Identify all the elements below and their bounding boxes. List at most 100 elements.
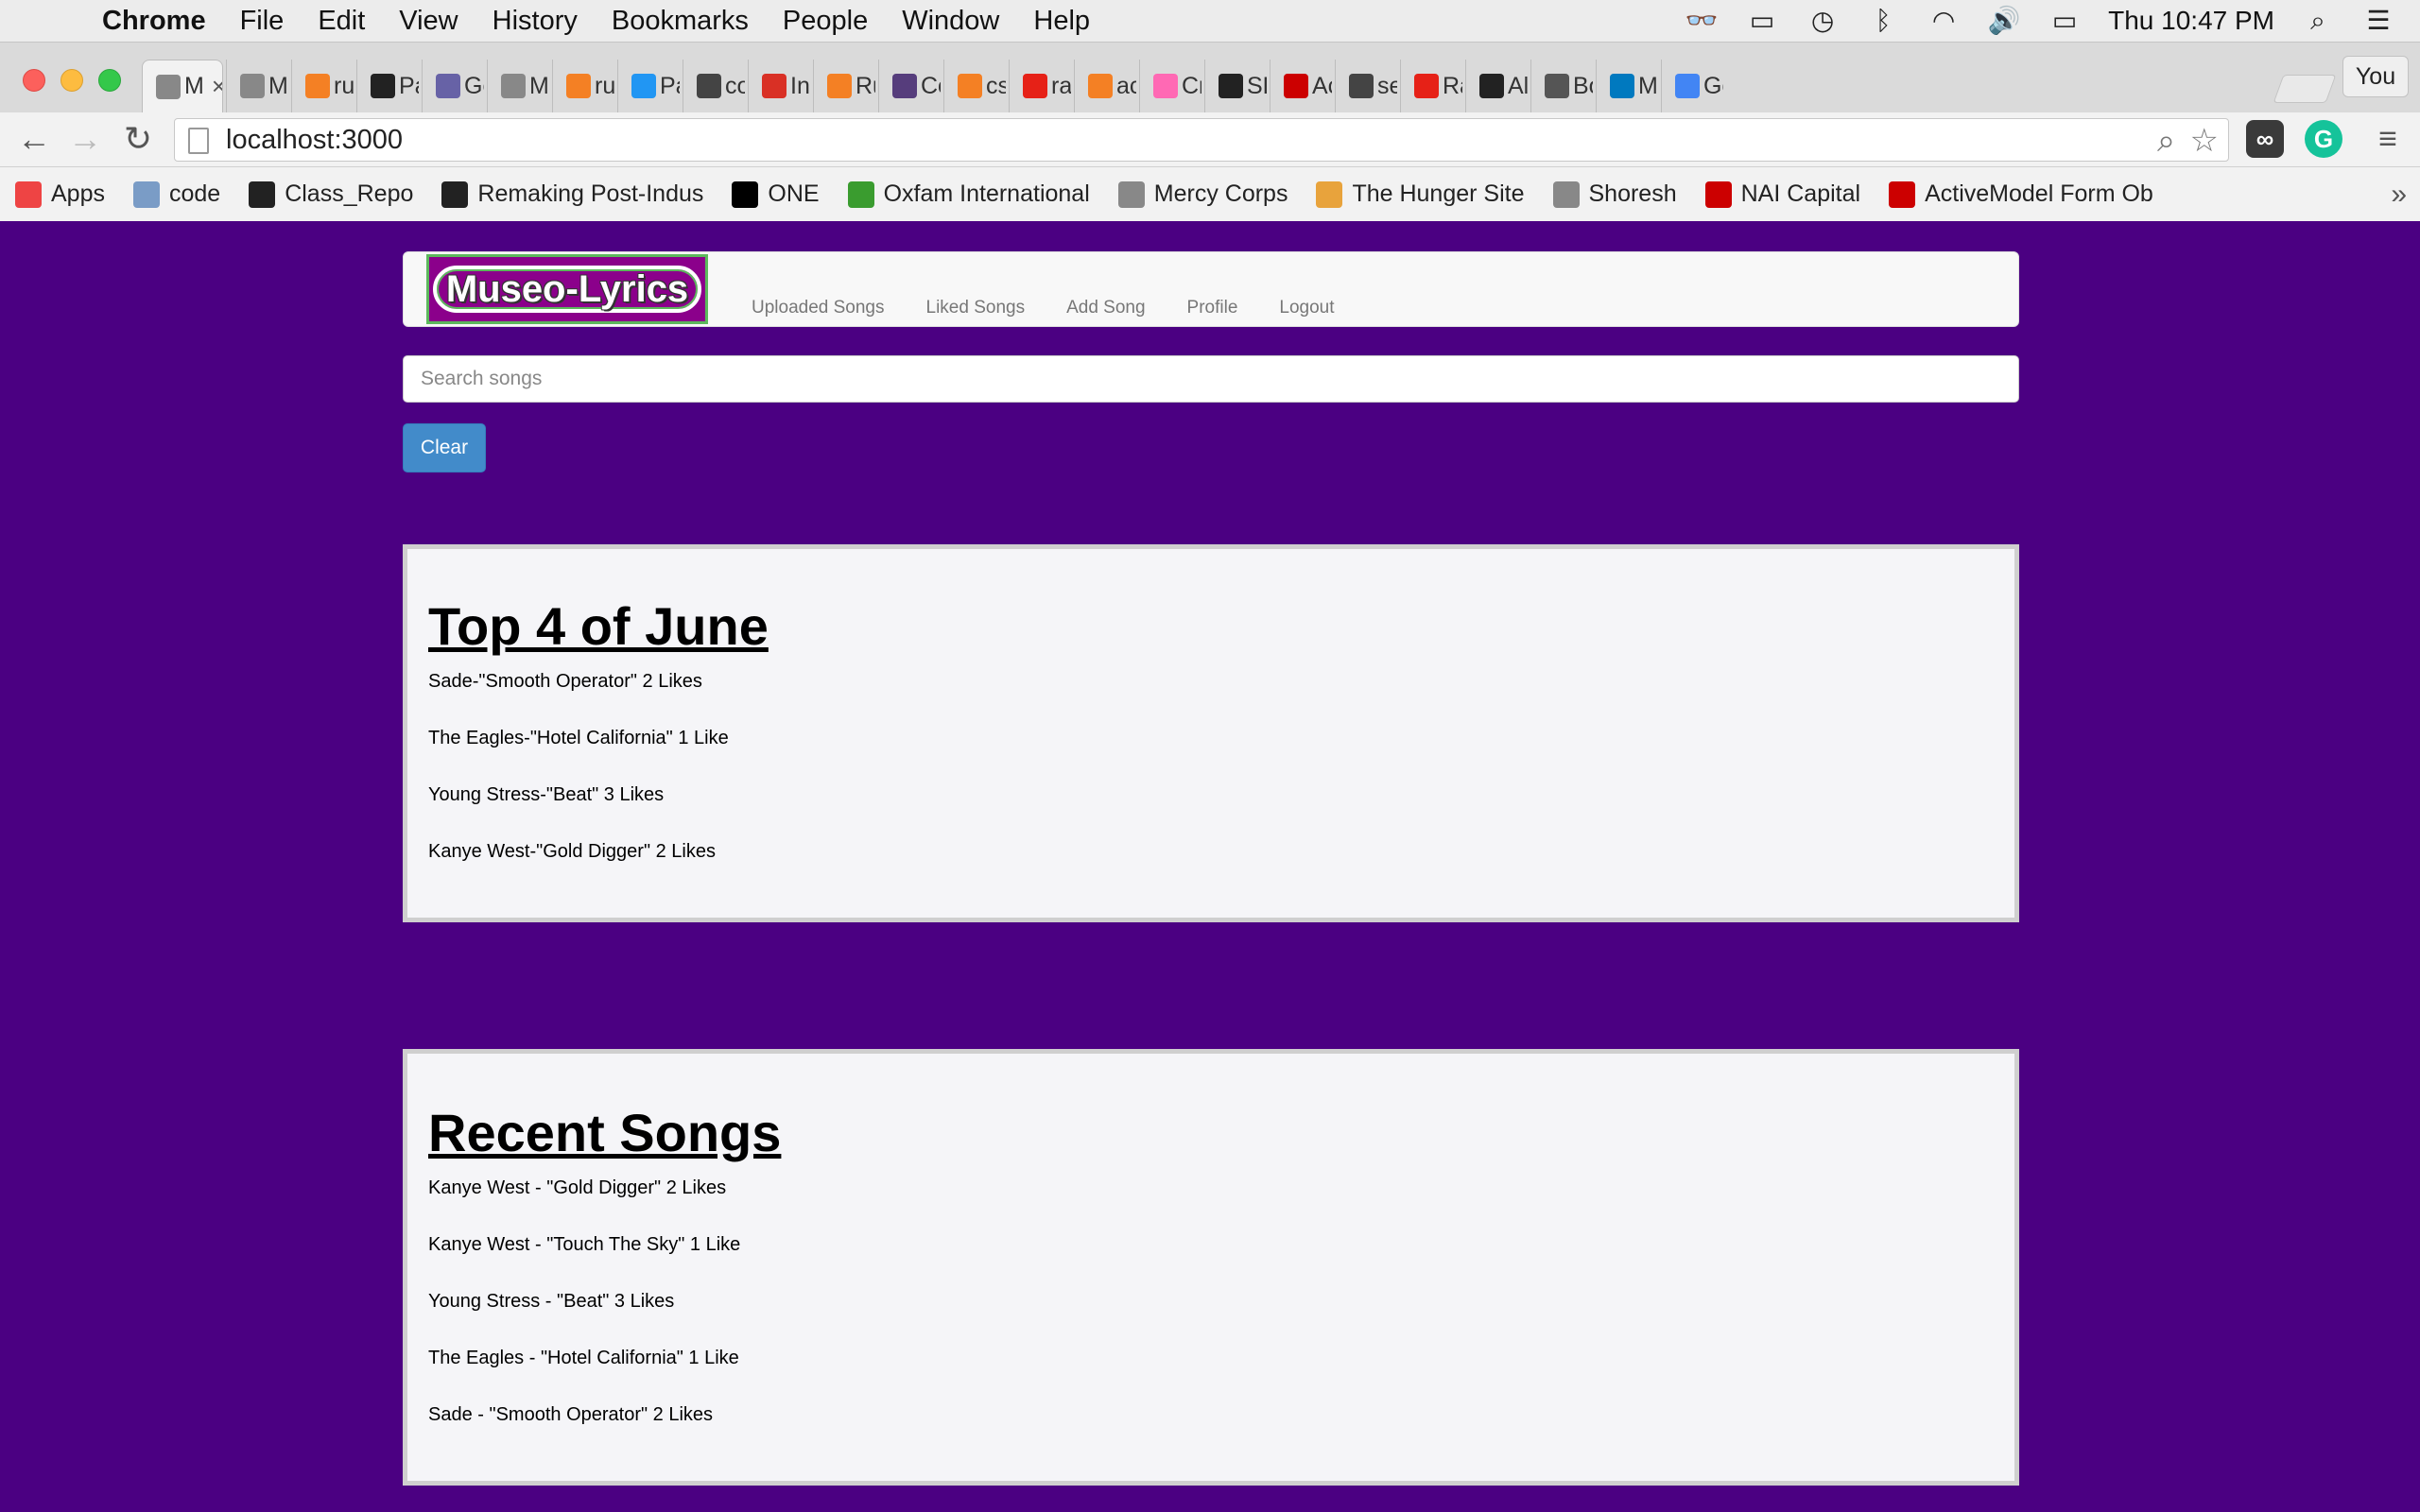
more-bookmarks-icon[interactable]: » [2391, 179, 2407, 211]
browser-tab[interactable]: Ac [1270, 60, 1332, 112]
bookmark-item[interactable]: Mercy Corps [1117, 180, 1288, 208]
top-songs-panel: Top 4 of June Sade-"Smooth Operator" 2 L… [403, 544, 2019, 922]
reading-glasses-icon[interactable]: 👓 [1685, 7, 1719, 35]
bootstrap-icon [892, 74, 917, 98]
tab-label: Ge [464, 72, 484, 99]
bookmarks-bar: Apps code Class_Repo Remaking Post-Indus ONE… [0, 167, 2420, 222]
wifi-icon[interactable]: ◠ [1927, 7, 1961, 35]
airplay-icon[interactable]: ▭ [1745, 7, 1779, 35]
bookmark-item[interactable]: Oxfam International [847, 180, 1090, 208]
menu-window[interactable]: Window [885, 6, 1016, 37]
page-icon [188, 128, 209, 154]
back-arrow-icon[interactable]: ← [15, 118, 53, 160]
browser-tab[interactable]: Bo [1530, 60, 1593, 112]
clear-button[interactable]: Clear [403, 423, 486, 472]
bookmark-item[interactable]: ONE [732, 180, 820, 208]
browser-tab[interactable]: M× [142, 60, 223, 112]
brand-text: Museo-Lyrics [445, 267, 689, 310]
browser-tab[interactable]: Pa [617, 60, 680, 112]
search-icon[interactable]: ⌕ [2157, 123, 2175, 159]
tab-label: Mu [268, 72, 288, 99]
nav-uploaded-songs[interactable]: Uploaded Songs [752, 298, 885, 318]
spotlight-search-icon[interactable]: ⌕ [2301, 7, 2335, 35]
bookmark-label: Mercy Corps [1153, 180, 1288, 207]
browser-tab[interactable]: Inl [748, 60, 810, 112]
battery-icon[interactable]: ▭ [2048, 7, 2082, 35]
menu-people[interactable]: People [766, 6, 885, 37]
bookmark-item[interactable]: The Hunger Site [1316, 180, 1525, 208]
close-tab-icon[interactable]: × [212, 72, 222, 101]
browser-tab[interactable]: ra [1009, 60, 1071, 112]
youtube-icon [1023, 74, 1047, 98]
bookmark-item[interactable]: code [132, 180, 220, 208]
browser-tab[interactable]: Mu [487, 60, 549, 112]
browser-tab[interactable]: Ge [422, 60, 484, 112]
notification-center-icon[interactable]: ☰ [2361, 7, 2395, 35]
chrome-menu-icon[interactable]: ≡ [2369, 120, 2407, 158]
url-text[interactable]: localhost:3000 [226, 119, 403, 161]
nav-add-song[interactable]: Add Song [1066, 298, 1145, 318]
fullscreen-window-button[interactable] [98, 69, 121, 92]
nav-logout[interactable]: Logout [1279, 298, 1334, 318]
browser-tab[interactable]: Go [1661, 60, 1723, 112]
menu-help[interactable]: Help [1016, 6, 1107, 37]
brand-pill: Museo-Lyrics [432, 266, 702, 313]
browser-tab[interactable]: Cr [1139, 60, 1201, 112]
forward-arrow-icon[interactable]: → [66, 118, 104, 160]
browser-tab[interactable]: Ra [1400, 60, 1462, 112]
menu-edit[interactable]: Edit [301, 6, 382, 37]
menu-app-name[interactable]: Chrome [102, 6, 223, 37]
browser-tab[interactable]: Mu [1596, 60, 1658, 112]
brand-logo[interactable]: Museo-Lyrics [426, 254, 708, 324]
browser-tab[interactable]: se [1335, 60, 1397, 112]
browser-tab[interactable]: SE [1204, 60, 1267, 112]
browser-tab[interactable]: ac [1074, 60, 1136, 112]
browser-tab[interactable]: Al [1465, 60, 1528, 112]
tab-label: Bo [1573, 72, 1593, 99]
minimize-window-button[interactable] [60, 69, 83, 92]
bookmark-item[interactable]: Apps [15, 180, 105, 208]
rails-icon [1889, 180, 1916, 208]
extension-glasses-icon[interactable]: ∞ [2246, 120, 2284, 158]
bookmark-label: Apps [51, 180, 105, 207]
list-item: The Eagles-"Hotel California" 1 Like [428, 728, 729, 748]
bookmark-item[interactable]: NAI Capital [1704, 180, 1860, 208]
bookmark-item[interactable]: Shoresh [1552, 180, 1677, 208]
close-window-button[interactable] [23, 69, 45, 92]
tab-label: ra [1051, 72, 1071, 99]
volume-icon[interactable]: 🔊 [1987, 7, 2021, 35]
time-machine-icon[interactable]: ◷ [1806, 7, 1840, 35]
nav-profile[interactable]: Profile [1187, 298, 1238, 318]
browser-tab[interactable]: Ru [813, 60, 875, 112]
nav-liked-songs[interactable]: Liked Songs [926, 298, 1026, 318]
search-songs-input[interactable] [403, 355, 2019, 403]
browser-tab[interactable]: Pa [356, 60, 419, 112]
menu-view[interactable]: View [382, 6, 475, 37]
bookmark-star-icon[interactable]: ☆ [2190, 123, 2219, 159]
profile-button[interactable]: You [2342, 56, 2409, 97]
grammarly-icon[interactable]: G [2305, 120, 2342, 158]
github-icon [249, 180, 276, 208]
site-navbar: Museo-Lyrics Uploaded Songs Liked Songs … [403, 251, 2019, 327]
menu-history[interactable]: History [475, 6, 595, 37]
reload-icon[interactable]: ↻ [119, 118, 157, 160]
browser-tab[interactable]: co [683, 60, 745, 112]
macos-menu-bar: Chrome File Edit View History Bookmarks … [0, 0, 2420, 42]
menu-bookmarks[interactable]: Bookmarks [595, 6, 766, 37]
bookmark-item[interactable]: ActiveModel Form Ob [1889, 180, 2153, 208]
bookmark-item[interactable]: Remaking Post-Indus [441, 180, 703, 208]
bookmark-item[interactable]: Class_Repo [249, 180, 413, 208]
address-bar[interactable]: localhost:3000 ⌕ ☆ [174, 118, 2229, 162]
browser-tab[interactable]: rul [552, 60, 614, 112]
browser-tab[interactable]: rul [291, 60, 354, 112]
docs-icon [631, 74, 656, 98]
browser-tab[interactable]: Mu [226, 60, 288, 112]
new-tab-button[interactable] [2273, 75, 2337, 103]
menu-file[interactable]: File [223, 6, 302, 37]
browser-tab[interactable]: cs [943, 60, 1006, 112]
clock[interactable]: Thu 10:47 PM [2108, 6, 2274, 36]
recent-songs-panel: Recent Songs Kanye West - "Gold Digger" … [403, 1049, 2019, 1486]
bluetooth-icon[interactable]: ᛒ [1866, 7, 1900, 35]
oxfam-icon [847, 180, 874, 208]
browser-tab[interactable]: Co [878, 60, 941, 112]
